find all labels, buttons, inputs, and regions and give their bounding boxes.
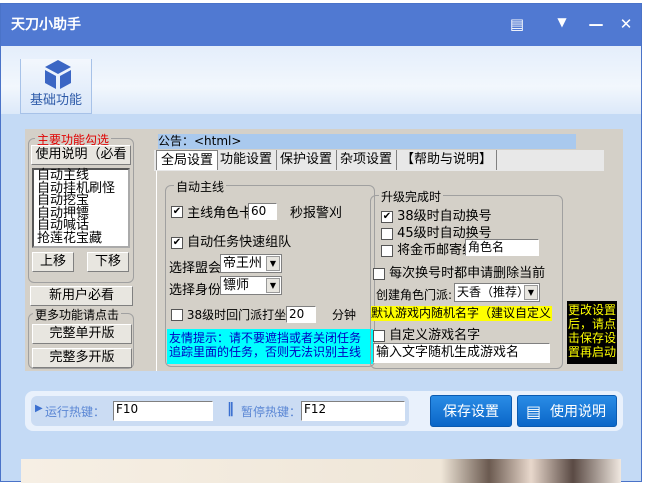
document-icon: ▤ [526, 402, 542, 421]
pause-hotkey-label: 暂停热键： [241, 405, 302, 419]
auto-team-label: 自动任务快速组队 [187, 235, 292, 250]
main-quest-group: 自动主线 ✔ 主线角色卡 60 秒报警刈 ✔ 自动任务快速组队 选择盟会 帝王州… [165, 178, 375, 367]
tab-misc[interactable]: 杂项设置 [336, 150, 398, 170]
toolbar: 基础功能 [1, 46, 641, 114]
identity-label: 选择身份 [169, 283, 222, 298]
custom-name-checkbox[interactable] [373, 329, 385, 342]
tab-bar: 全局设置 功能设置 保护设置 杂项设置 【帮助与说明】 [154, 150, 604, 171]
custom-name-row: 自定义游戏名字 [373, 324, 480, 343]
mail-checkbox[interactable] [381, 244, 393, 257]
game-name-input[interactable]: 输入文字随机生成游戏名 [373, 343, 550, 363]
banner-image [21, 459, 621, 483]
close-icon[interactable]: ✕ [616, 15, 636, 33]
save-settings-button[interactable]: 保存设置 [430, 395, 512, 427]
delete-row: 每次换号时都申请删除当前 [373, 262, 545, 281]
auto-team-checkbox[interactable]: ✔ [171, 236, 183, 249]
basic-function-label: 基础功能 [29, 93, 82, 108]
pause-hotkey-input[interactable]: F12 [301, 401, 405, 421]
chevron-down-icon: ▼ [266, 278, 280, 293]
tab-global[interactable]: 全局设置 [156, 150, 219, 170]
manual-bottom-button[interactable]: ▤ 使用说明 [517, 395, 617, 427]
lv38-switch-checkbox[interactable]: ✔ [381, 210, 393, 223]
cube-icon [45, 60, 71, 89]
tab-protect[interactable]: 保护设置 [276, 150, 338, 170]
title-bar: 天刀小助手 ▤ ▼ — ✕ [1, 4, 641, 46]
random-name-hint: 默认游戏内随机名字（建议自定义 [371, 306, 552, 321]
delete-label: 每次换号时都申请删除当前 [389, 266, 546, 281]
mail-label: 将金币邮寄给 [397, 243, 476, 258]
guild-select[interactable]: 帝王州 ▼ [220, 254, 282, 273]
lv38-checkbox[interactable] [171, 308, 183, 321]
friendly-tip: 友情提示：请不要遮挡或者关闭任务追踪里面的任务，否则无法识别主线 [167, 329, 373, 364]
group-title: 自动主线 [174, 178, 227, 195]
chevron-down-icon: ▼ [524, 285, 538, 300]
new-user-button[interactable]: 新用户必看 [30, 286, 133, 306]
manual-bottom-label: 使用说明 [550, 404, 606, 420]
pause-icon: ‖ [227, 401, 234, 417]
move-down-button[interactable]: 下移 [87, 252, 129, 272]
main-window: 天刀小助手 ▤ ▼ — ✕ 基础功能 主要功能勾选 使用说明（必看 自动主线 自… [0, 3, 642, 483]
role-seconds-input[interactable]: 60 [248, 203, 277, 220]
auto-team-row: ✔ 自动任务快速组队 [171, 231, 291, 250]
minimize-icon[interactable]: — [586, 15, 606, 33]
guild-value: 帝王州 [223, 256, 263, 271]
hotkey-fields: ▶ 运行热键： F10 ‖ 暂停热键： F12 [31, 396, 409, 426]
role-label: 主线角色卡 [187, 206, 253, 221]
save-reminder-note: 更改设置后，请点击保存设置再启动 [567, 301, 617, 364]
tab-help[interactable]: 【帮助与说明】 [397, 150, 498, 170]
notice-bar: 公告：<html> [158, 134, 576, 149]
identity-select[interactable]: 镖师 ▼ [220, 276, 282, 295]
group-title: 更多功能请点击 [33, 306, 122, 323]
custom-name-label: 自定义游戏名字 [389, 328, 481, 343]
mail-recipient-input[interactable]: 角色名 [465, 239, 539, 256]
window-title: 天刀小助手 [11, 17, 81, 33]
run-hotkey-label: 运行热键： [45, 405, 106, 419]
play-icon: ▶ [35, 403, 43, 414]
school-value: 天香（推荐） [457, 285, 530, 299]
multi-version-button[interactable]: 完整多开版 [32, 348, 132, 368]
feature-list[interactable]: 自动主线 自动挂机刷怪 自动挖宝 自动押镖 自动喊话 抢莲花宝藏 [32, 168, 130, 248]
lv38-row: 38级时回门派打坐 [171, 306, 287, 323]
school-label: 创建角色门派: [376, 288, 453, 302]
move-up-button[interactable]: 上移 [32, 252, 74, 272]
manual-button[interactable]: 使用说明（必看 [31, 145, 131, 165]
list-item[interactable]: 抢莲花宝藏 [37, 232, 128, 246]
feedback-icon[interactable]: ▤ [507, 15, 527, 33]
delete-checkbox[interactable] [373, 267, 385, 280]
lv38-label: 38级时回门派打坐 [186, 308, 287, 322]
school-select[interactable]: 天香（推荐） ▼ [454, 283, 540, 302]
tab-content: 自动主线 ✔ 主线角色卡 60 秒报警刈 ✔ 自动任务快速组队 选择盟会 帝王州… [156, 171, 566, 371]
chevron-down-icon: ▼ [266, 256, 280, 271]
lv38-minutes-input[interactable]: 20 [286, 306, 316, 323]
guild-label: 选择盟会 [169, 261, 222, 276]
upgrade-group: 升级完成时 ✔ 38级时自动换号 45级时自动换号 将金币邮寄给 角色名 每次换… [370, 188, 563, 369]
more-features-group: 更多功能请点击 完整单开版 完整多开版 [28, 306, 134, 369]
main-features-group: 主要功能勾选 使用说明（必看 自动主线 自动挂机刷怪 自动挖宝 自动押镖 自动喊… [28, 131, 134, 283]
menu-dropdown-icon[interactable]: ▼ [552, 15, 572, 29]
basic-function-tab[interactable]: 基础功能 [20, 59, 92, 114]
lv45-switch-checkbox[interactable] [381, 227, 393, 240]
run-hotkey-input[interactable]: F10 [113, 401, 213, 421]
role-suffix: 秒报警刈 [290, 206, 343, 221]
single-version-button[interactable]: 完整单开版 [32, 324, 132, 344]
tab-function[interactable]: 功能设置 [216, 150, 278, 170]
group-title: 升级完成时 [379, 188, 444, 205]
role-checkbox[interactable]: ✔ [171, 205, 183, 218]
hotkey-bar: ▶ 运行热键： F10 ‖ 暂停热键： F12 保存设置 ▤ 使用说明 [25, 391, 623, 431]
lv38-suffix: 分钟 [332, 308, 357, 322]
identity-value: 镖师 [223, 278, 250, 293]
role-row: ✔ 主线角色卡 [171, 202, 255, 221]
settings-panel: 主要功能勾选 使用说明（必看 自动主线 自动挂机刷怪 自动挖宝 自动押镖 自动喊… [25, 129, 623, 371]
mail-row: 将金币邮寄给 [381, 239, 475, 258]
